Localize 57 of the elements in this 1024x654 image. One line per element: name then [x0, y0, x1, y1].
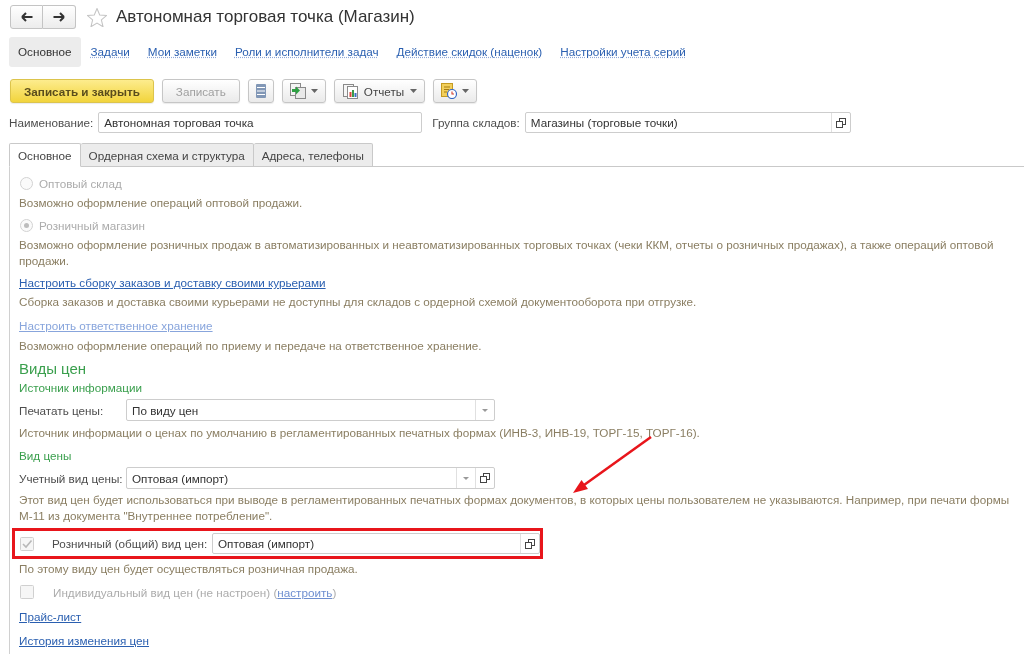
open-window-icon [480, 473, 490, 483]
section-link[interactable]: Мои заметки [147, 44, 217, 60]
open-window-icon [835, 117, 846, 128]
footer-link[interactable]: История изменения цен [19, 634, 150, 647]
tab[interactable]: Основное [9, 143, 81, 167]
field-label: Печатать цены: [19, 403, 105, 417]
document-clock-menu-button[interactable] [433, 79, 478, 103]
reports-button[interactable]: Отчеты [333, 79, 426, 103]
list-icon [255, 84, 266, 98]
document-arrow-icon [289, 83, 306, 99]
star-icon[interactable] [87, 7, 107, 27]
name-field[interactable]: Автономная торговая точка [98, 112, 423, 133]
hint-text: Источник информации о ценах по умолчанию в регламентированных печатных формах (ИНВ-3, ИНВ-19, ТОРГ-15, ТОРГ-16). [19, 425, 701, 441]
hint-text: Этот вид цен будет использоваться при выводе в регламентированных печатных формах документов, в которых цены пользователем не указываются. Например, при печати формы М-11 из документа "Внутреннее потребление". [19, 492, 1011, 524]
subgroup-heading: Вид цены [19, 448, 73, 464]
option-label: Оптовый склад [39, 176, 122, 190]
tab[interactable]: Ордерная схема и структура [80, 143, 254, 167]
window-title: Автономная торговая точка (Магазин) [116, 7, 415, 27]
forward-button[interactable] [43, 5, 76, 29]
caret-icon [310, 89, 318, 93]
caret-icon [482, 408, 488, 412]
section-link[interactable]: Задачи [90, 44, 130, 60]
field-label: Группа складов: [432, 116, 520, 129]
report-icon [342, 83, 358, 99]
caret-icon [410, 89, 418, 93]
field-label: Наименование: [9, 116, 94, 129]
section-link[interactable]: Действие скидок (наценок) [396, 44, 543, 60]
hint-text: Возможно оформление операций оптовой продажи. [19, 195, 304, 211]
save-and-close-button[interactable]: Записать и закрыть [10, 79, 154, 103]
setup-link[interactable]: Настроить сборку заказов и доставку своими курьерами [19, 276, 326, 289]
tab[interactable]: Адреса, телефоны [253, 143, 373, 167]
option-label: Розничный магазин [39, 218, 145, 232]
footer-link[interactable]: Прайс-лист [19, 610, 82, 623]
caret-icon [463, 476, 469, 480]
document-arrow-menu-button[interactable] [281, 79, 326, 103]
open-window-icon [525, 538, 535, 549]
checkbox-label: Индивидуальный вид цен (не настроен) (настроить) [53, 585, 337, 599]
caret-icon [462, 89, 470, 93]
group-heading: Виды цен [19, 360, 88, 378]
section-link[interactable]: Роли и исполнители задач [234, 44, 379, 60]
right-arrow-icon [53, 12, 65, 22]
document-clock-icon [441, 83, 458, 99]
hint-text: Сборка заказов и доставка своими курьерами не доступны для складов с ордерной схемой документооборота при отгрузке. [19, 294, 698, 310]
section-link[interactable]: Настройки учета серий [560, 44, 686, 60]
list-button[interactable] [247, 79, 274, 103]
field-label: Учетный вид цены: [19, 471, 124, 485]
hint-text: По этому виду цен будет осуществляться розничная продажа. [19, 561, 359, 577]
accounting-price-type-field[interactable]: Оптовая (импорт) [126, 467, 495, 489]
back-button[interactable] [10, 5, 43, 29]
hint-text: Возможно оформление розничных продаж в автоматизированных и неавтоматизированных торговых точках (чеки ККМ, отчеты о розничных продажах), а также операций оптовой продажи. [19, 237, 995, 269]
subgroup-heading: Источник информации [19, 380, 144, 396]
warehouse-group-field[interactable]: Магазины (торговые точки) [524, 112, 851, 133]
hint-text: Возможно оформление операций по приему и передаче на ответственное хранение. [19, 338, 483, 354]
section-link[interactable]: Основное [9, 37, 81, 67]
checkbox-label: Розничный (общий) вид цен: [52, 537, 208, 550]
left-arrow-icon [20, 12, 33, 22]
print-prices-field[interactable]: По виду цен [126, 399, 495, 421]
